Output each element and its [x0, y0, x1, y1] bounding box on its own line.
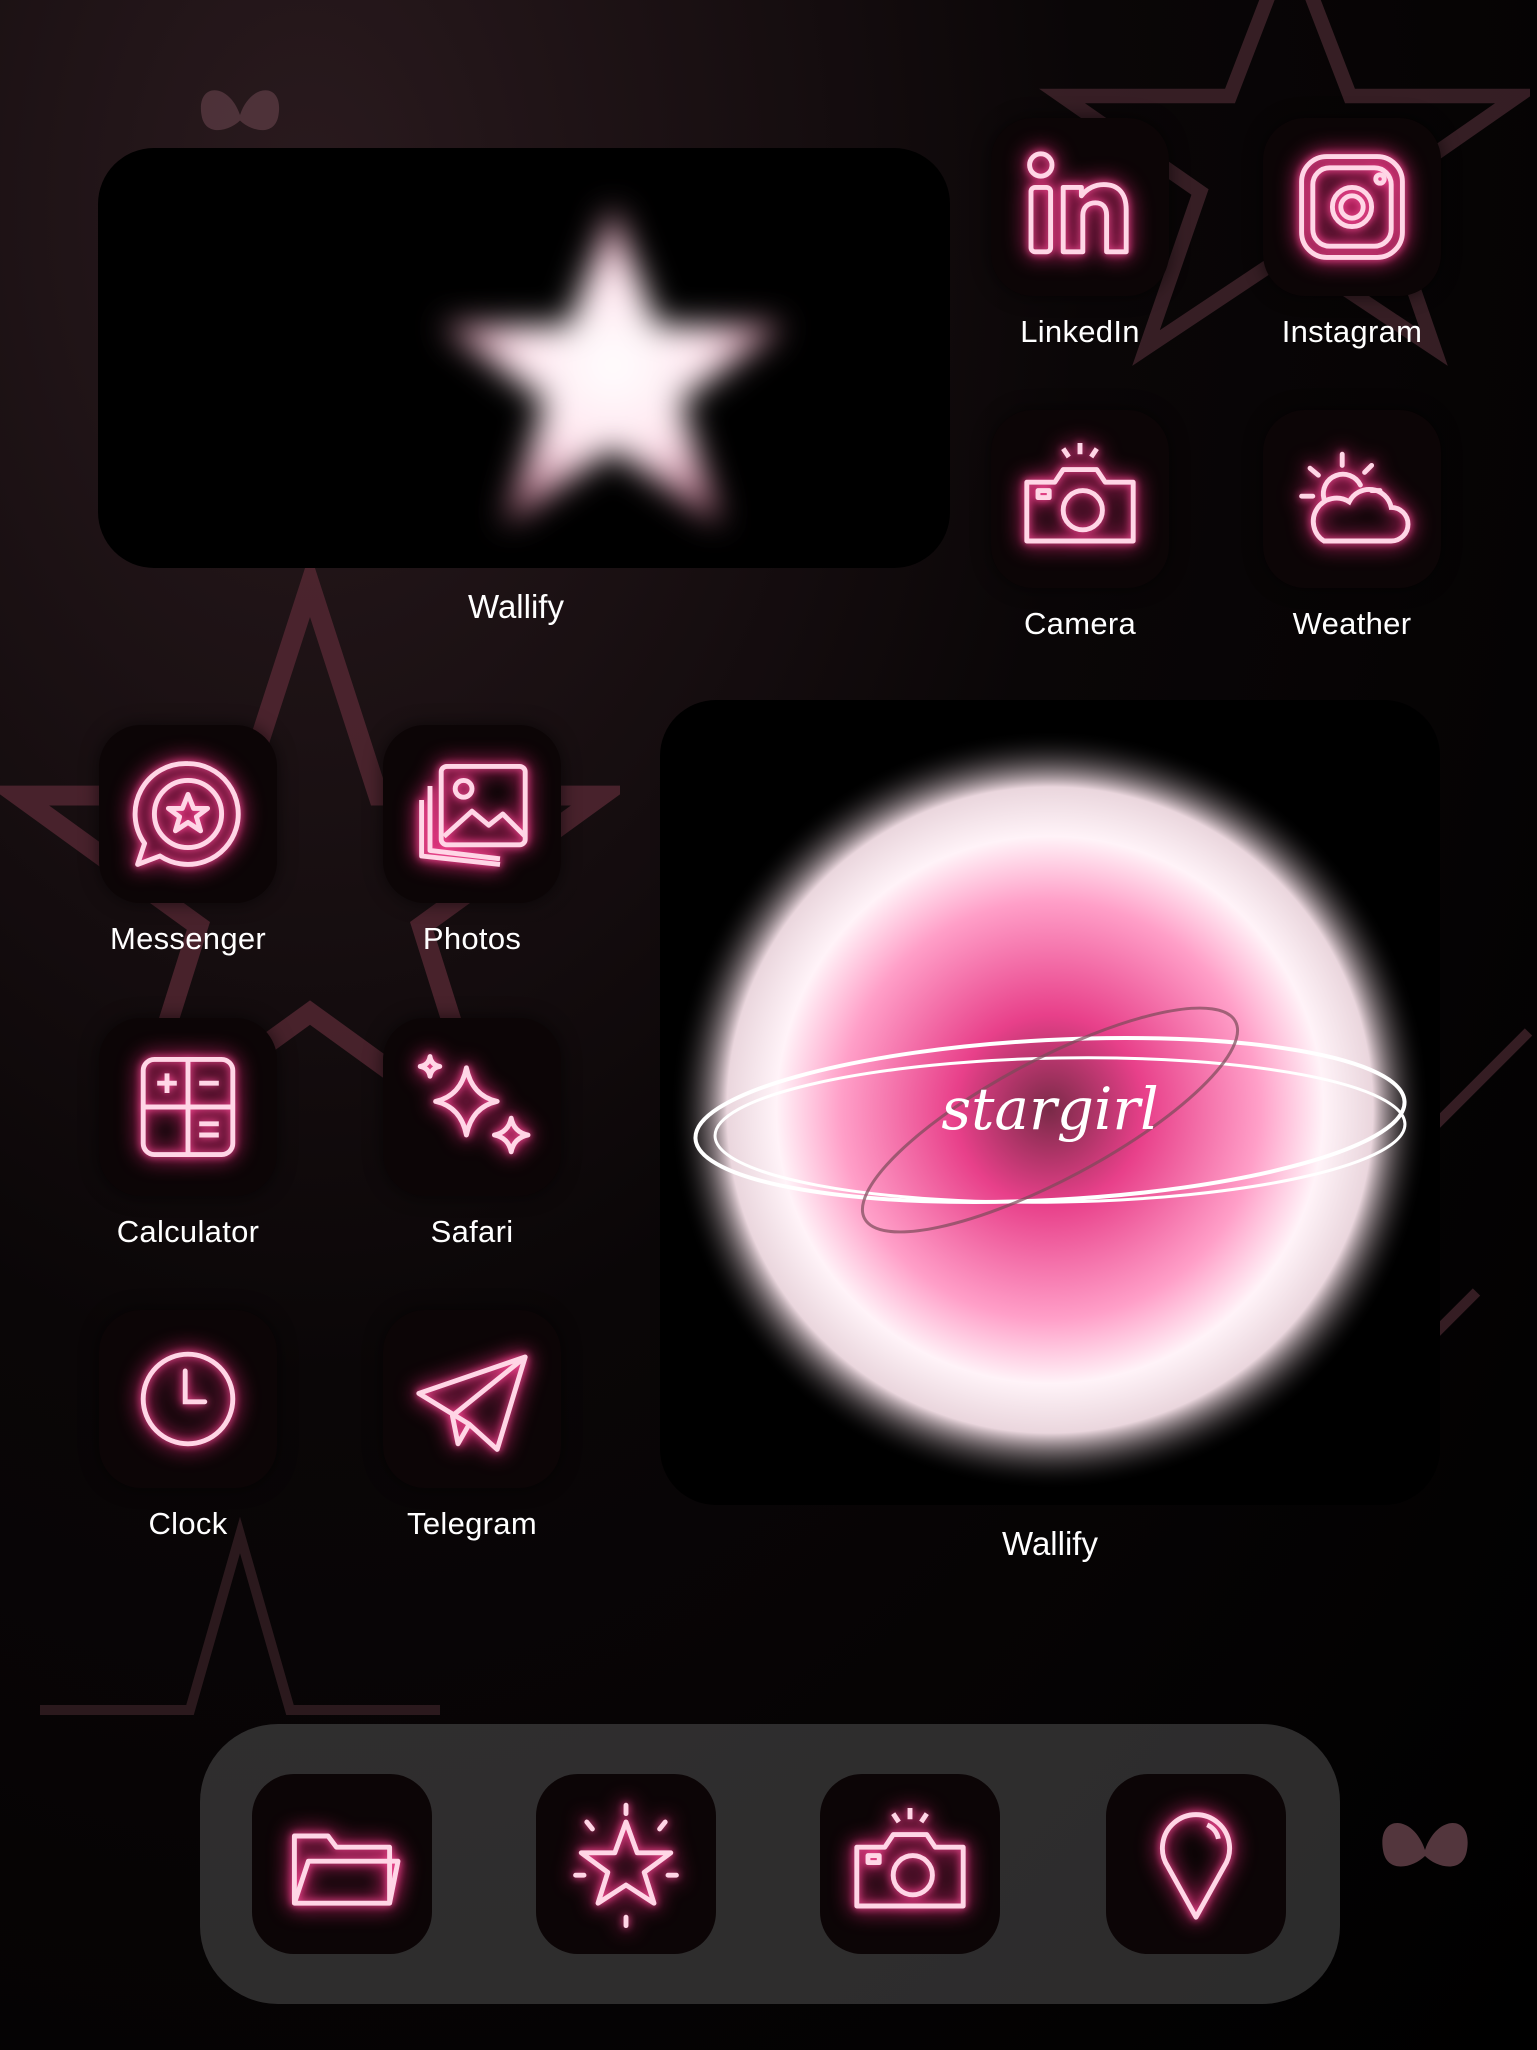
app-tile[interactable]: [1263, 118, 1441, 296]
messenger-icon: [132, 761, 241, 867]
linkedin-icon: [1027, 151, 1129, 255]
app-photos[interactable]: Photos: [382, 725, 562, 957]
sparkles-icon: [417, 1054, 531, 1155]
dock-app-favorites[interactable]: [536, 1774, 716, 1954]
camera-icon: [1024, 443, 1136, 544]
app-instagram[interactable]: Instagram: [1262, 118, 1442, 350]
app-camera[interactable]: Camera: [990, 410, 1170, 642]
stargirl-text: stargirl: [941, 1075, 1159, 1143]
photos-icon: [419, 763, 528, 867]
weather-icon: [1299, 451, 1411, 544]
folder-icon: [291, 1833, 401, 1906]
app-tile[interactable]: [99, 725, 277, 903]
wallify-stargirl-widget[interactable]: stargirl: [660, 700, 1440, 1505]
dock-app-maps[interactable]: [1106, 1774, 1286, 1954]
widget-label: Wallify: [468, 588, 564, 625]
app-clock[interactable]: Clock: [98, 1310, 278, 1542]
calculator-icon: [140, 1056, 236, 1158]
glowing-star-icon: [441, 205, 785, 525]
app-tile[interactable]: [383, 725, 561, 903]
app-label: Instagram: [1281, 314, 1423, 349]
app-label: Telegram: [407, 1506, 537, 1541]
app-tile[interactable]: [383, 1018, 561, 1196]
app-label: Messenger: [109, 921, 267, 956]
app-calculator[interactable]: Calculator: [98, 1018, 278, 1250]
dock-app-camera[interactable]: [820, 1774, 1000, 1954]
app-label: Weather: [1292, 606, 1412, 641]
app-label: Camera: [1023, 606, 1137, 641]
dock-app-files[interactable]: [252, 1774, 432, 1954]
camera-icon: [854, 1808, 966, 1909]
paper-plane-icon: [416, 1354, 528, 1452]
app-tile[interactable]: [991, 118, 1169, 296]
app-tile[interactable]: [99, 1018, 277, 1196]
app-weather[interactable]: Weather: [1262, 410, 1442, 642]
app-tile[interactable]: [383, 1310, 561, 1488]
clock-icon: [140, 1351, 236, 1447]
app-label: LinkedIn: [1020, 314, 1140, 349]
instagram-icon: [1299, 154, 1405, 260]
butterfly-icon: [1382, 1823, 1468, 1867]
app-messenger[interactable]: Messenger: [98, 725, 278, 957]
home-screen: Wallify stargirl Wallify LinkedIn Instag…: [0, 0, 1537, 2050]
app-tile[interactable]: [991, 410, 1169, 588]
wallify-star-widget[interactable]: [98, 148, 950, 568]
app-telegram[interactable]: Telegram: [382, 1310, 562, 1542]
app-linkedin[interactable]: LinkedIn: [990, 118, 1170, 350]
app-label: Photos: [422, 921, 522, 956]
app-tile[interactable]: [99, 1310, 277, 1488]
map-pin-icon: [1159, 1812, 1233, 1920]
widget-label: Wallify: [1002, 1525, 1098, 1562]
app-label: Safari: [430, 1214, 514, 1249]
star-icon: [573, 1802, 679, 1929]
app-label: Clock: [148, 1506, 228, 1541]
app-tile[interactable]: [1263, 410, 1441, 588]
app-safari[interactable]: Safari: [382, 1018, 562, 1250]
dock: [200, 1724, 1340, 2004]
app-label: Calculator: [116, 1214, 260, 1249]
